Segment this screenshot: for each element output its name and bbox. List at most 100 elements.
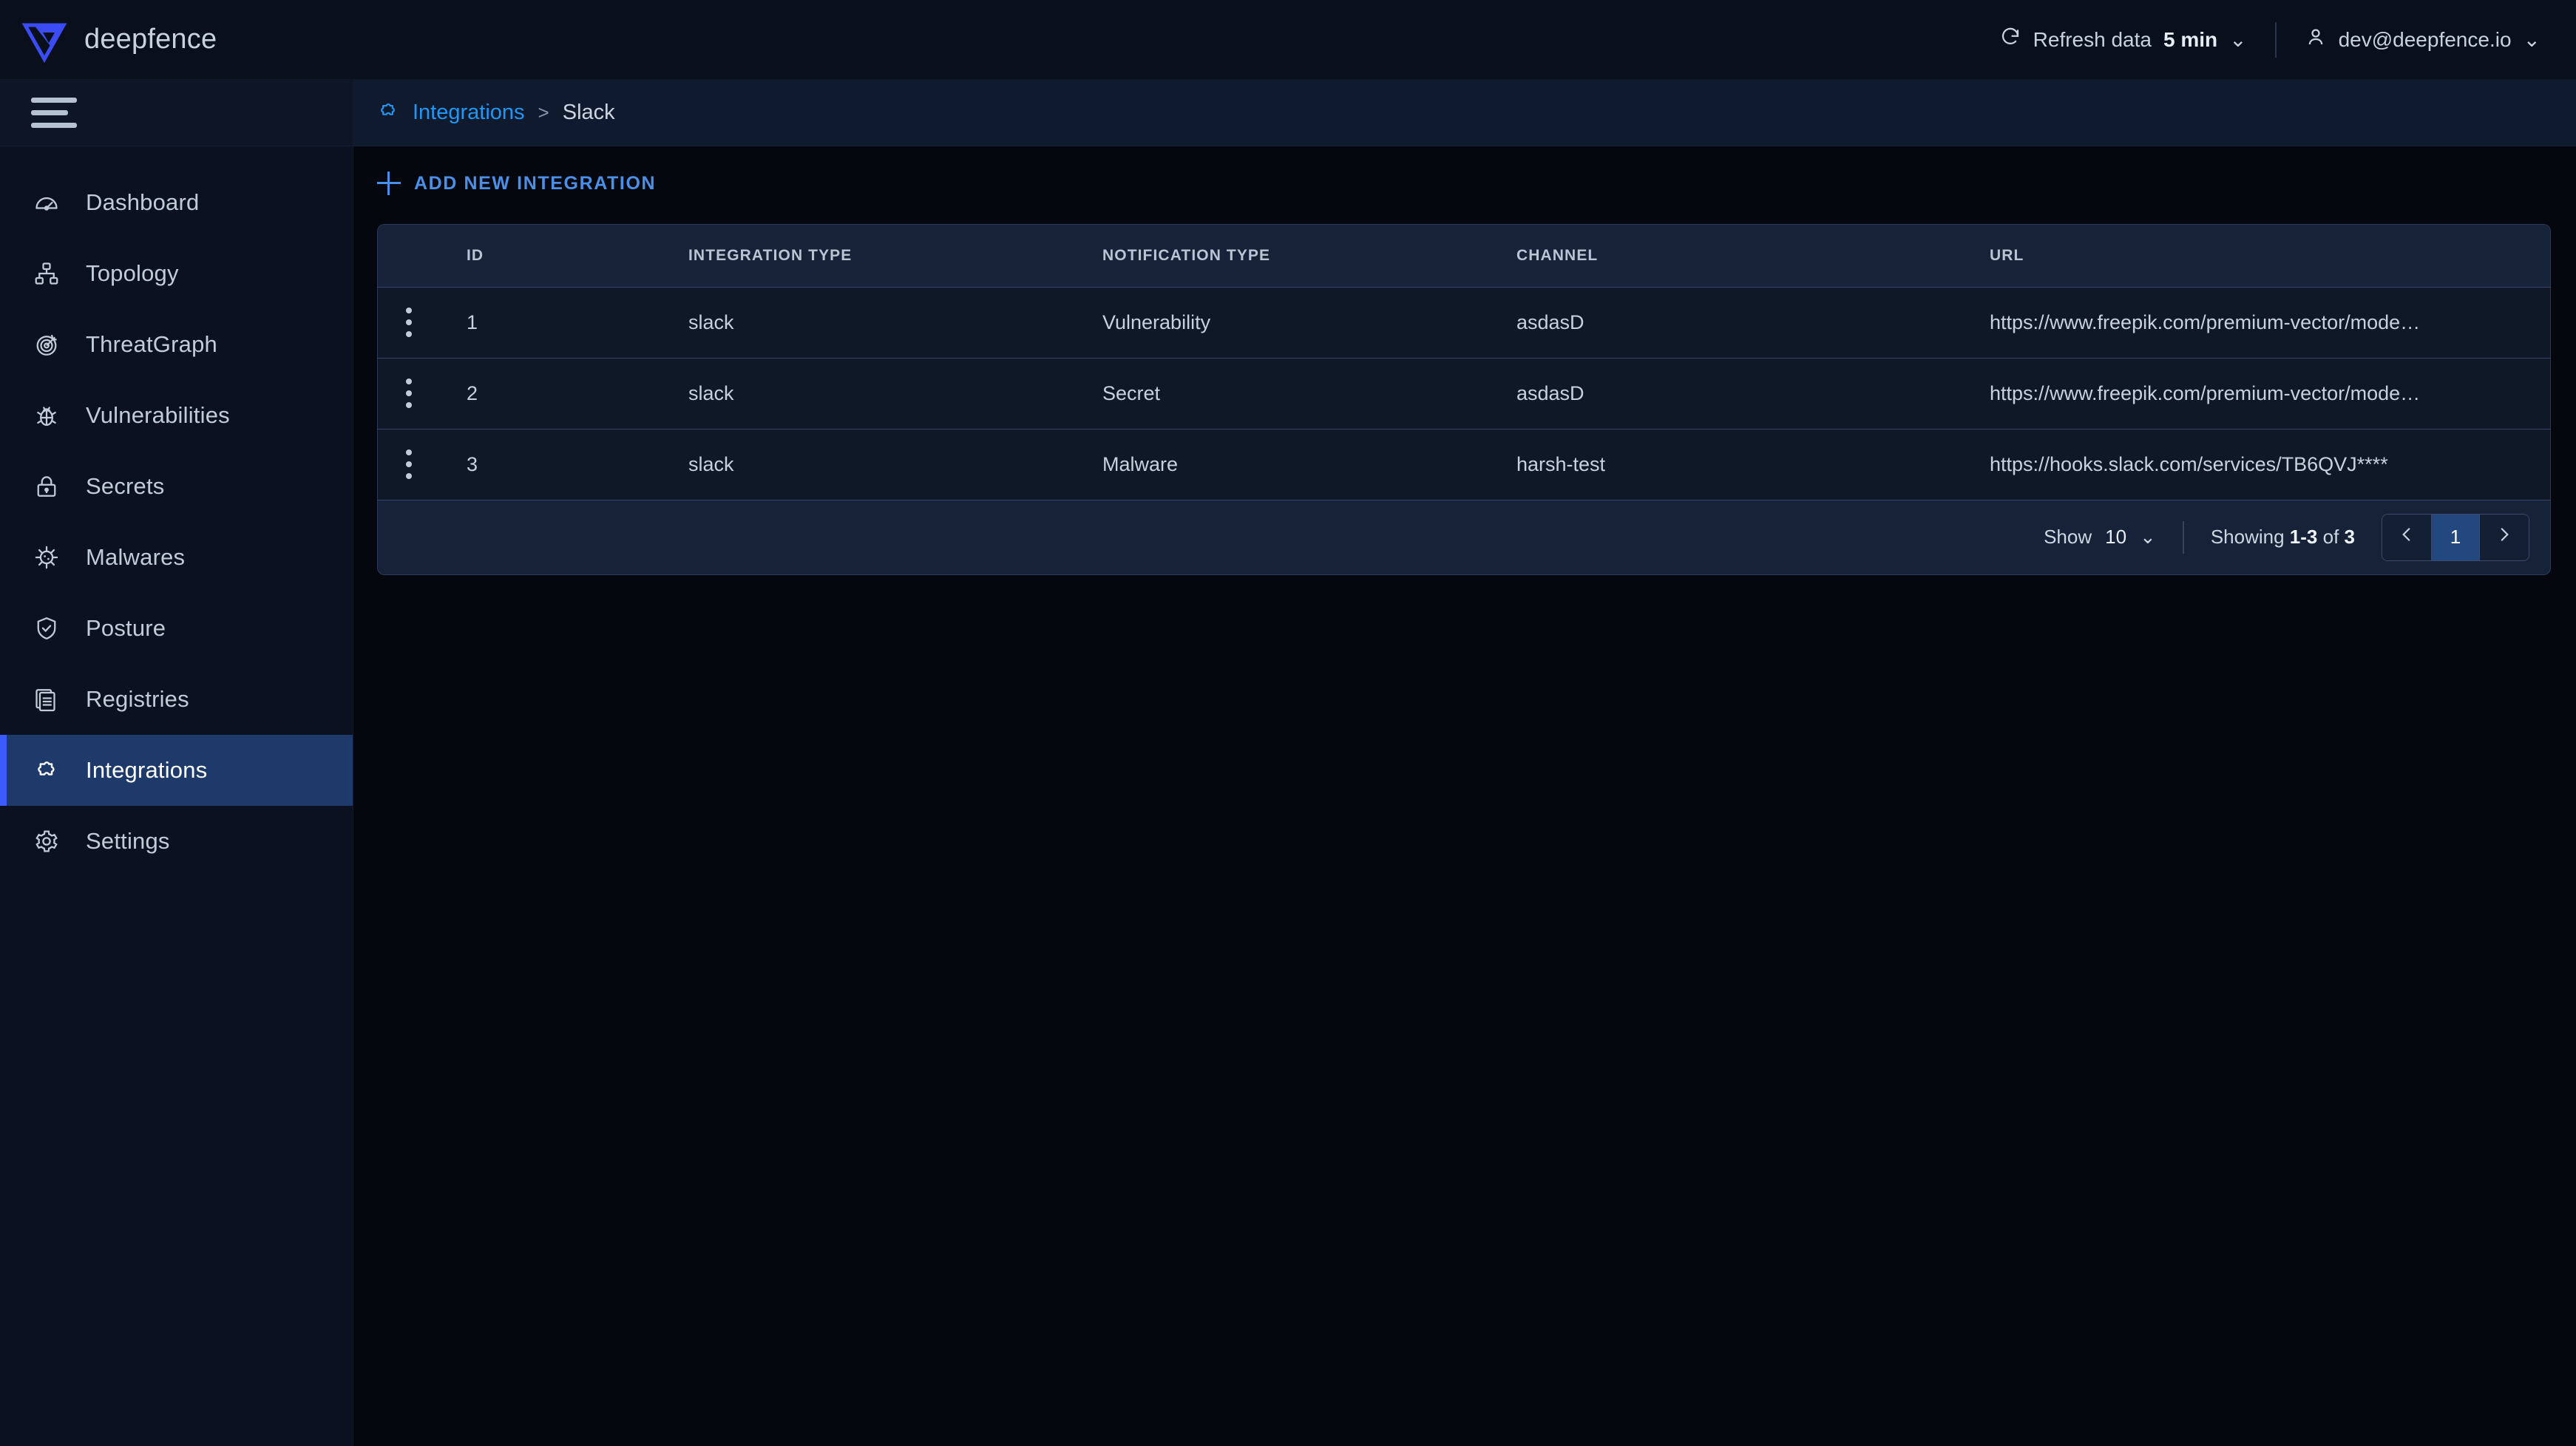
sidebar-item-secrets[interactable]: Secrets — [0, 451, 353, 522]
cell-integration-type: slack — [688, 358, 1102, 430]
plus-icon — [377, 172, 401, 195]
hamburger-menu-icon — [31, 97, 77, 129]
top-bar-actions: Refresh data 5 min ⌄ dev@deepfence.io ⌄ — [1999, 21, 2576, 58]
table-body: 1 slack Vulnerability asdasD https://www… — [378, 287, 2550, 500]
row-actions-cell[interactable] — [378, 358, 467, 430]
sidebar-item-label: Dashboard — [86, 189, 200, 215]
showing-middle: of — [2322, 526, 2339, 548]
sidebar-item-label: Malwares — [86, 544, 186, 570]
show-label: Show — [2044, 526, 2092, 548]
previous-page-button[interactable] — [2382, 514, 2431, 560]
table-row[interactable]: 2 slack Secret asdasD https://www.freepi… — [378, 358, 2550, 430]
user-menu[interactable]: dev@deepfence.io ⌄ — [2277, 26, 2541, 53]
toolbar: ADD NEW INTEGRATION — [353, 146, 2576, 199]
add-new-integration-button[interactable]: ADD NEW INTEGRATION — [377, 172, 656, 195]
target-icon — [18, 331, 75, 358]
cell-channel: harsh-test — [1516, 429, 1990, 500]
sidebar-item-label: ThreatGraph — [86, 331, 217, 357]
sidebar-item-posture[interactable]: Posture — [0, 593, 353, 664]
refresh-icon — [1999, 26, 2021, 53]
cell-notification-type: Vulnerability — [1102, 287, 1516, 359]
rows-per-page-selector[interactable]: Show 10 ⌄ — [2044, 526, 2156, 549]
table-header-row: ID INTEGRATION TYPE NOTIFICATION TYPE CH… — [378, 225, 2550, 288]
puzzle-icon — [18, 757, 75, 784]
sidebar-item-label: Settings — [86, 828, 170, 854]
showing-status: Showing 1-3 of 3 — [2211, 526, 2355, 549]
gauge-icon — [18, 189, 75, 216]
cell-id: 2 — [467, 358, 688, 430]
sidebar-item-label: Topology — [86, 260, 179, 286]
table-row[interactable]: 1 slack Vulnerability asdasD https://www… — [378, 287, 2550, 359]
pagination-bar: Show 10 ⌄ Showing 1-3 of 3 1 — [378, 500, 2550, 574]
cell-integration-type: slack — [688, 429, 1102, 500]
lock-icon — [18, 473, 75, 500]
brand[interactable]: deepfence — [0, 16, 353, 64]
virus-icon — [18, 544, 75, 571]
column-header-integration-type: INTEGRATION TYPE — [688, 225, 1102, 288]
sidebar-item-integrations[interactable]: Integrations — [0, 735, 353, 806]
sidebar-item-label: Posture — [86, 615, 166, 641]
column-header-notification-type: NOTIFICATION TYPE — [1102, 225, 1516, 288]
cell-url: https://www.freepik.com/premium-vector/m… — [1990, 381, 2421, 404]
page-number-button-1[interactable]: 1 — [2431, 514, 2480, 560]
cell-channel: asdasD — [1516, 358, 1990, 430]
chevron-down-icon: ⌄ — [2229, 28, 2247, 51]
table-row[interactable]: 3 slack Malware harsh-test https://hooks… — [378, 429, 2550, 500]
next-page-button[interactable] — [2480, 514, 2529, 560]
sidebar-toggle-button[interactable] — [0, 80, 353, 146]
row-actions-cell[interactable] — [378, 287, 467, 359]
bug-icon — [18, 402, 75, 429]
documents-icon — [18, 686, 75, 713]
brand-name: deepfence — [84, 24, 217, 55]
sidebar-item-label: Secrets — [86, 473, 165, 499]
add-new-integration-label: ADD NEW INTEGRATION — [414, 172, 657, 194]
cell-url: https://www.freepik.com/premium-vector/m… — [1990, 310, 2421, 333]
cell-id: 3 — [467, 429, 688, 500]
user-email: dev@deepfence.io — [2338, 27, 2512, 51]
cell-id: 1 — [467, 287, 688, 359]
shield-check-icon — [18, 615, 75, 642]
chevron-right-icon — [2495, 525, 2514, 549]
sidebar-item-threatgraph[interactable]: ThreatGraph — [0, 309, 353, 380]
show-value: 10 — [2105, 526, 2127, 548]
sidebar-item-malwares[interactable]: Malwares — [0, 522, 353, 593]
breadcrumb-current: Slack — [562, 101, 615, 124]
kebab-menu-icon[interactable] — [406, 449, 412, 479]
chevron-right-icon: > — [538, 101, 549, 123]
kebab-menu-icon[interactable] — [406, 379, 412, 408]
table-header: ID INTEGRATION TYPE NOTIFICATION TYPE CH… — [378, 225, 2550, 288]
sidebar-item-vulnerabilities[interactable]: Vulnerabilities — [0, 380, 353, 451]
user-icon — [2305, 26, 2327, 53]
sidebar-item-dashboard[interactable]: Dashboard — [0, 167, 353, 238]
pagination-controls: 1 — [2382, 513, 2529, 561]
refresh-label: Refresh data — [2033, 27, 2152, 51]
column-header-url: URL — [1990, 225, 2550, 288]
topology-icon — [18, 260, 75, 287]
breadcrumb-link-integrations[interactable]: Integrations — [413, 101, 525, 125]
column-header-actions — [378, 225, 467, 288]
breadcrumb: Integrations > Slack — [353, 80, 2576, 146]
sidebar-item-label: Integrations — [86, 757, 208, 783]
chevron-down-icon: ⌄ — [2140, 526, 2156, 548]
cell-notification-type: Secret — [1102, 358, 1516, 430]
cell-url: https://hooks.slack.com/services/TB6QVJ*… — [1990, 452, 2388, 475]
refresh-data-selector[interactable]: Refresh data 5 min ⌄ — [1999, 26, 2275, 53]
top-bar: deepfence Refresh data 5 min ⌄ dev@deepf… — [0, 0, 2576, 80]
sidebar-item-label: Vulnerabilities — [86, 402, 230, 428]
integrations-table: ID INTEGRATION TYPE NOTIFICATION TYPE CH… — [377, 224, 2551, 575]
showing-total: 3 — [2344, 526, 2355, 548]
refresh-interval-value: 5 min — [2163, 27, 2218, 51]
sidebar: Dashboard Topology ThreatGraph Vulnerabi… — [0, 80, 353, 1446]
table-footer: Show 10 ⌄ Showing 1-3 of 3 1 — [378, 500, 2550, 574]
row-actions-cell[interactable] — [378, 429, 467, 500]
main-content: Integrations > Slack ADD NEW INTEGRATION… — [353, 80, 2576, 1446]
cell-channel: asdasD — [1516, 287, 1990, 359]
column-header-id: ID — [467, 225, 688, 288]
showing-prefix: Showing — [2210, 526, 2285, 548]
kebab-menu-icon[interactable] — [406, 308, 412, 337]
sidebar-item-registries[interactable]: Registries — [0, 664, 353, 735]
chevron-left-icon — [2397, 525, 2416, 549]
deepfence-logo-icon — [21, 16, 68, 64]
sidebar-item-settings[interactable]: Settings — [0, 806, 353, 877]
sidebar-item-topology[interactable]: Topology — [0, 238, 353, 309]
